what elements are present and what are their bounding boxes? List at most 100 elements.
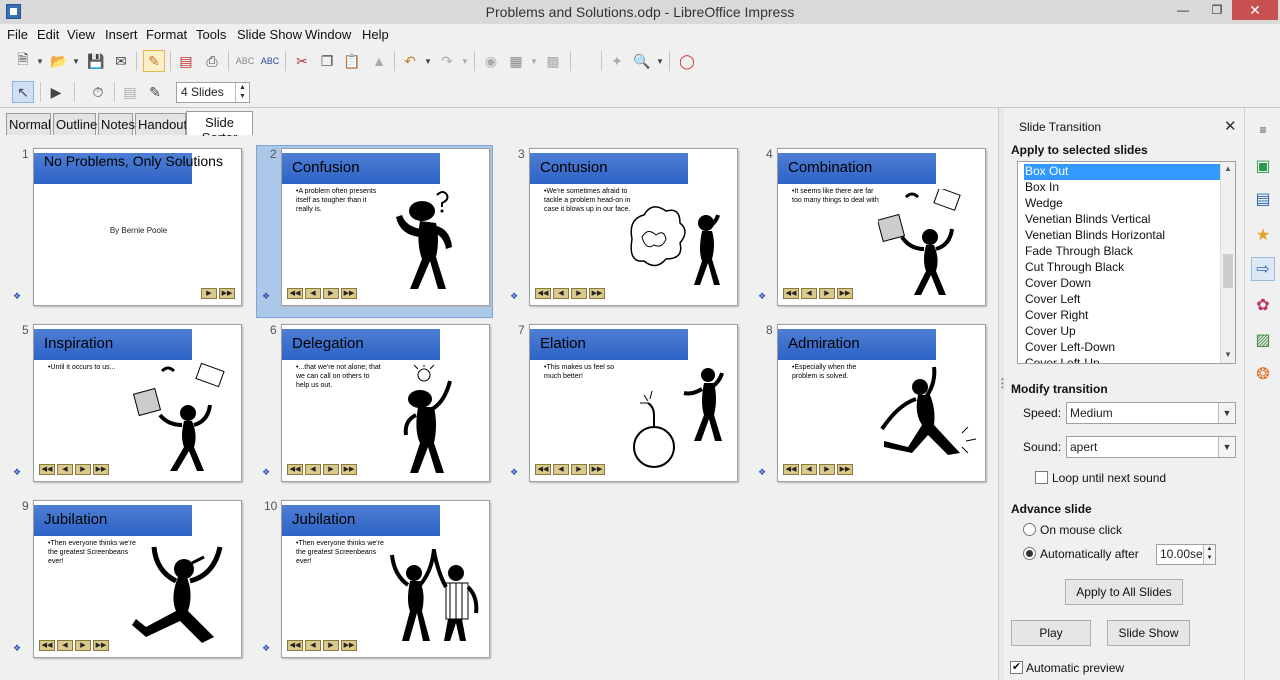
select-pointer-icon[interactable]: ↖ (12, 81, 34, 103)
transition-item[interactable]: Fade Through Black (1024, 244, 1222, 260)
slide-transition-icon[interactable]: ❖ (262, 644, 273, 653)
slide-thumbnail-1[interactable]: No Problems, Only Solutions By Bernie Po… (33, 148, 242, 306)
menu-edit[interactable]: Edit (37, 27, 59, 42)
open-dropdown-icon[interactable]: ▼ (72, 57, 80, 66)
auto-after-radio[interactable] (1023, 547, 1036, 560)
tab-normal[interactable]: Normal (6, 113, 51, 135)
slide-transition-icon[interactable]: ▤ (119, 81, 141, 103)
slide-thumbnail-9[interactable]: Jubilation Then everyone thinks we're th… (33, 500, 242, 658)
paste-icon[interactable]: 📋 (341, 50, 363, 72)
custom-animation-star-icon[interactable]: ★ (1251, 223, 1275, 247)
email-icon[interactable]: ✉ (110, 50, 132, 72)
play-button[interactable]: Play (1011, 620, 1091, 646)
slide-transition-icon[interactable]: ❖ (262, 292, 273, 301)
image-icon[interactable]: ▩ (542, 50, 564, 72)
slide-transition-icon[interactable]: ❖ (510, 292, 521, 301)
slide-thumbnail-10[interactable]: Jubilation Then everyone thinks we're th… (281, 500, 490, 658)
transition-item[interactable]: Venetian Blinds Vertical (1024, 212, 1222, 228)
zoom-dropdown-icon[interactable]: ▼ (656, 57, 664, 66)
apply-to-all-slides-button[interactable]: Apply to All Slides (1065, 579, 1183, 605)
slide-thumbnail-8[interactable]: Admiration Especially when the problem i… (777, 324, 986, 482)
menu-tools[interactable]: Tools (196, 27, 226, 42)
slide-thumbnail-4[interactable]: Combination It seems like there are far … (777, 148, 986, 306)
menu-slide-show[interactable]: Slide Show (237, 27, 302, 42)
slide-show-start-icon[interactable]: ▶ (45, 81, 67, 103)
layouts-icon[interactable]: ▤ (1251, 187, 1275, 211)
minimize-button[interactable]: — (1166, 0, 1200, 20)
slide-transition-icon[interactable]: ❖ (510, 468, 521, 477)
chevron-down-icon[interactable]: ▼ (1218, 437, 1235, 457)
sidebar-menu-icon[interactable]: ≡ (1251, 118, 1275, 142)
chart-icon[interactable]: ◉ (480, 50, 502, 72)
transition-item[interactable]: Cover Left-Up (1024, 356, 1222, 363)
sound-select[interactable]: apert ▼ (1066, 436, 1236, 458)
transition-item[interactable]: Cover Right (1024, 308, 1222, 324)
transition-item[interactable]: Cover Down (1024, 276, 1222, 292)
zoom-icon[interactable]: 🔍 (631, 50, 653, 72)
open-folder-icon[interactable]: 📂 (48, 50, 70, 72)
new-dropdown-icon[interactable]: ▼ (36, 57, 44, 66)
transition-item[interactable]: Wedge (1024, 196, 1222, 212)
menu-help[interactable]: Help (362, 27, 389, 42)
spinner-arrows-icon[interactable]: ▲ ▼ (1203, 545, 1215, 564)
transition-item[interactable]: Cover Up (1024, 324, 1222, 340)
slide-show-button[interactable]: Slide Show (1107, 620, 1190, 646)
slides-per-row-spinner[interactable]: 4 Slides ▲ ▼ (176, 82, 250, 103)
menu-file[interactable]: File (7, 27, 28, 42)
transition-item[interactable]: Box In (1024, 180, 1222, 196)
transition-item[interactable]: Box Out (1024, 164, 1222, 180)
transition-item[interactable]: Cover Left-Down (1024, 340, 1222, 356)
slide-transition-icon[interactable]: ❖ (758, 468, 769, 477)
menu-window[interactable]: Window (305, 27, 351, 42)
gallery-icon[interactable]: ▨ (1251, 328, 1275, 352)
table-icon[interactable]: ▦ (505, 50, 527, 72)
undo-dropdown-icon[interactable]: ▼ (424, 57, 432, 66)
spellcheck-icon[interactable]: ABC (234, 50, 256, 72)
transition-item[interactable]: Venetian Blinds Horizontal (1024, 228, 1222, 244)
scroll-down-icon[interactable]: ▼ (1224, 350, 1232, 359)
help-lifebuoy-icon[interactable]: ◯ (676, 50, 698, 72)
tab-notes[interactable]: Notes (98, 113, 135, 135)
scroll-thumb[interactable] (1223, 254, 1233, 288)
speed-select[interactable]: Medium ▼ (1066, 402, 1236, 424)
tab-slide-sorter[interactable]: Slide Sorter (186, 111, 253, 145)
menu-format[interactable]: Format (146, 27, 187, 42)
slide-transition-icon[interactable]: ❖ (758, 292, 769, 301)
show-hide-slide-icon[interactable]: ✎ (144, 81, 166, 103)
redo-dropdown-icon[interactable]: ▼ (461, 57, 469, 66)
slide-transition-icon[interactable]: ⇨ (1251, 257, 1275, 281)
slide-thumbnail-2[interactable]: Confusion A problem often presents itsel… (281, 148, 490, 306)
transition-list[interactable]: Box Out Box In Wedge Venetian Blinds Ver… (1017, 161, 1236, 364)
master-slides-icon[interactable]: ▣ (1251, 154, 1275, 178)
rehearse-timings-icon[interactable]: ⏱ (87, 81, 109, 103)
print-icon[interactable]: ⎙ (201, 50, 223, 72)
tab-outline[interactable]: Outline (53, 113, 97, 135)
menu-view[interactable]: View (67, 27, 95, 42)
save-icon[interactable]: 💾 (85, 50, 107, 72)
close-panel-icon[interactable]: ✕ (1224, 117, 1237, 135)
auto-after-duration-field[interactable]: 10.00sec ▲ ▼ (1156, 544, 1216, 565)
styles-icon[interactable]: ✿ (1251, 293, 1275, 317)
on-click-radio[interactable] (1023, 523, 1036, 536)
loop-checkbox[interactable] (1035, 471, 1048, 484)
close-window-button[interactable]: ✕ (1232, 0, 1278, 20)
undo-icon[interactable]: ↶ (399, 50, 421, 72)
cut-icon[interactable]: ✂ (291, 50, 313, 72)
export-pdf-icon[interactable]: ▤ (175, 50, 197, 72)
transition-item[interactable]: Cover Left (1024, 292, 1222, 308)
copy-icon[interactable]: ❐ (316, 50, 338, 72)
autospell-icon[interactable]: ABC (259, 50, 281, 72)
slide-transition-icon[interactable]: ❖ (13, 292, 24, 301)
chevron-down-icon[interactable]: ▼ (1218, 403, 1235, 423)
menu-insert[interactable]: Insert (105, 27, 138, 42)
slide-transition-icon[interactable]: ❖ (13, 468, 24, 477)
navigator-compass-icon[interactable]: ❂ (1251, 362, 1275, 386)
edit-mode-icon[interactable]: ✎ (143, 50, 165, 72)
slide-transition-icon[interactable]: ❖ (262, 468, 273, 477)
clone-formatting-icon[interactable]: ▲ (368, 50, 390, 72)
automatic-preview-checkbox[interactable]: ✔ (1010, 661, 1023, 674)
list-scrollbar[interactable]: ▲ ▼ (1220, 162, 1235, 363)
restore-button[interactable]: ❐ (1200, 0, 1234, 20)
new-document-icon[interactable]: 🗎 (12, 50, 34, 72)
spinner-arrows-icon[interactable]: ▲ ▼ (235, 83, 249, 102)
